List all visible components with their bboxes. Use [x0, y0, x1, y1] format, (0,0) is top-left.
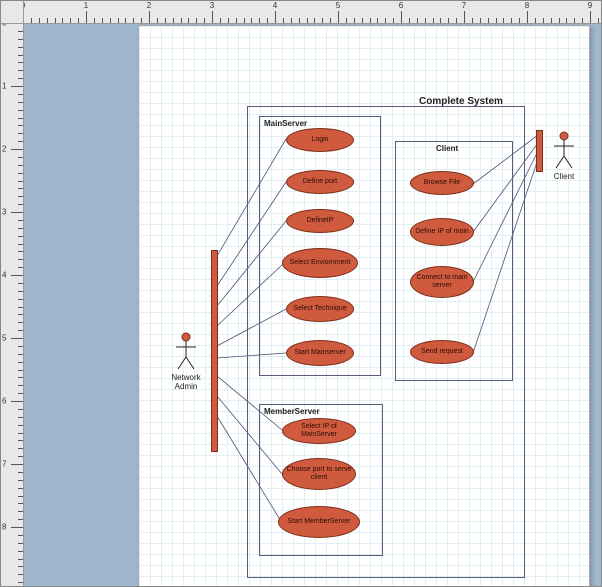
usecase-start-member[interactable]: Start MemberServer [278, 506, 360, 538]
usecase-select-env[interactable]: Select Enviornment [282, 248, 358, 278]
usecase-choose-port[interactable]: Choose port to serve client [282, 458, 356, 490]
usecase-select-tech[interactable]: Select Technique [286, 296, 354, 322]
page[interactable]: Complete System MainServer Login Define … [138, 25, 590, 586]
ruler-horizontal[interactable]: 0123456789 [23, 1, 601, 24]
subsystem-mainserver[interactable]: MainServer [259, 116, 381, 376]
usecase-define-ip-main[interactable]: Define IP of main [410, 218, 474, 246]
diagram-editor: 0123456789 0123456789 [0, 0, 602, 587]
usecase-login[interactable]: Login [286, 128, 354, 152]
subsystem-client-title: Client [436, 144, 458, 153]
subsystem-mainserver-title: MainServer [264, 119, 307, 128]
actor-admin-label: Network Admin [161, 373, 211, 391]
usecase-select-ip-ms[interactable]: Select IP of MainServer [282, 418, 356, 444]
actor-icon [174, 331, 198, 371]
system-title: Complete System [419, 96, 503, 107]
usecase-define-port[interactable]: Define port [286, 170, 354, 194]
actor-icon [552, 130, 576, 170]
admin-lifeline[interactable] [211, 250, 218, 452]
usecase-browse-file[interactable]: Browse File [410, 171, 474, 195]
usecase-send-request[interactable]: Send request [410, 340, 474, 364]
usecase-start-main[interactable]: Start Mainserver [286, 340, 354, 366]
actor-network-admin[interactable]: Network Admin [161, 331, 211, 391]
usecase-define-ip[interactable]: DefineIP [286, 209, 354, 233]
usecase-connect-main[interactable]: Connect to main server [410, 266, 474, 298]
subsystem-memberserver-title: MemberServer [264, 407, 320, 416]
actor-client-label: Client [539, 172, 589, 181]
ruler-corner [1, 1, 24, 24]
actor-client[interactable]: Client [539, 130, 589, 181]
ruler-vertical[interactable]: 0123456789 [1, 23, 24, 586]
canvas[interactable]: Complete System MainServer Login Define … [23, 23, 601, 586]
